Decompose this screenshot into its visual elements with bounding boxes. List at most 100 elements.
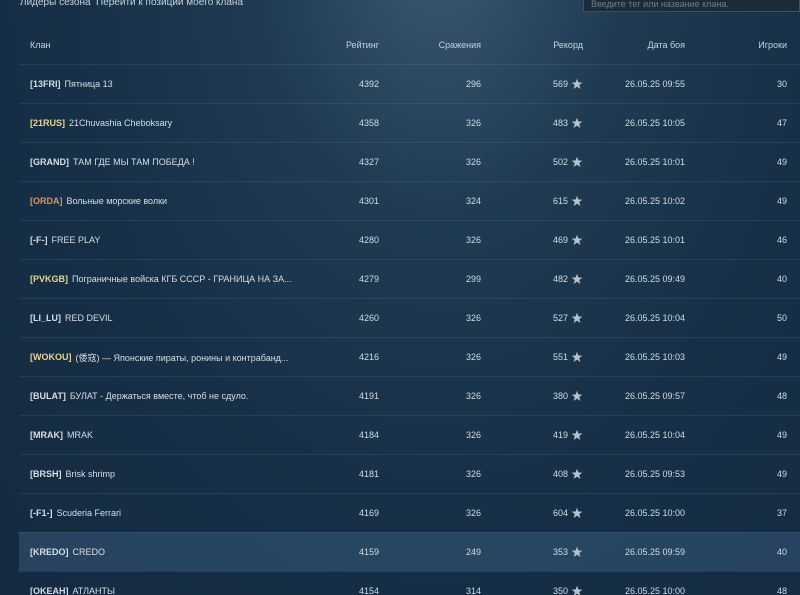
star-icon (571, 156, 583, 168)
record-value: 482 (552, 274, 568, 284)
table-body: [13FRI] Пятница 13 4392 296 569 26.05.25… (19, 64, 800, 595)
go-to-my-clan-link[interactable]: Перейти к позиции моего клана (96, 0, 243, 8)
players-cell: 47 (776, 118, 787, 128)
rating-cell: 4301 (358, 196, 379, 206)
column-header-rating[interactable]: Рейтинг (346, 26, 379, 64)
clan-name: (倭寇) — Японские пираты, ронины и контраб… (75, 352, 289, 363)
table-row[interactable]: [KREDO] CREDO 4159 249 353 26.05.25 09:5… (19, 532, 800, 571)
players-cell: 49 (776, 430, 787, 440)
star-icon (571, 195, 583, 207)
clan-cell: [KREDO] CREDO (30, 533, 105, 571)
players-cell: 46 (776, 235, 787, 245)
column-header-date[interactable]: Дата боя (648, 26, 685, 64)
players-cell: 40 (776, 547, 787, 557)
record-cell: 615 (546, 182, 583, 220)
clan-name: Scuderia Ferrari (56, 508, 122, 518)
players-cell: 30 (776, 79, 787, 89)
rating-cell: 4358 (358, 118, 379, 128)
record-cell: 569 (546, 65, 583, 103)
rating-cell: 4159 (358, 547, 379, 557)
rating-cell: 4154 (358, 586, 379, 595)
column-header-clan[interactable]: Клан (30, 26, 50, 64)
clan-tag: [BRSH] (30, 469, 62, 479)
record-cell: 483 (546, 104, 583, 142)
table-row[interactable]: [21RUS] 21Chuvashia Cheboksary 4358 326 … (19, 103, 800, 142)
clan-tag: [BULAT] (30, 391, 66, 401)
clan-tag: [MRAK] (30, 430, 63, 440)
battles-cell: 326 (465, 313, 481, 323)
players-cell: 49 (776, 469, 787, 479)
star-icon (571, 234, 583, 246)
star-icon (571, 312, 583, 324)
table-row[interactable]: [MRAK] MRAK 4184 326 419 26.05.25 10:04 … (19, 415, 800, 454)
clan-name: Пограничные войска КГБ СССР - ГРАНИЦА НА… (72, 274, 292, 284)
clan-name: 21Chuvashia Cheboksary (69, 118, 173, 128)
clan-name: БУЛАТ - Держаться вместе, чтоб не сдуло. (69, 391, 249, 401)
players-cell: 49 (776, 157, 787, 167)
star-icon (571, 507, 583, 519)
column-header-players[interactable]: Игроки (758, 26, 787, 64)
date-cell: 26.05.25 10:05 (624, 118, 685, 128)
clan-tag: [ORDA] (30, 196, 63, 206)
table-row[interactable]: [PVKGB] Пограничные войска КГБ СССР - ГР… (19, 259, 800, 298)
clan-name: FREE PLAY (51, 235, 101, 245)
table-row[interactable]: [13FRI] Пятница 13 4392 296 569 26.05.25… (19, 64, 800, 103)
top-navigation: Лидеры сезона Перейти к позиции моего кл… (0, 0, 800, 14)
date-cell: 26.05.25 09:59 (624, 547, 685, 557)
table-row[interactable]: [WOKOU] (倭寇) — Японские пираты, ронины и… (19, 337, 800, 376)
clan-cell: [ORDA] Вольные морские волки (30, 182, 167, 220)
table-row[interactable]: [BRSH] Brisk shrimp 4181 326 408 26.05.2… (19, 454, 800, 493)
tab-season-leaders[interactable]: Лидеры сезона (20, 0, 91, 8)
star-icon (571, 351, 583, 363)
battles-cell: 326 (465, 118, 481, 128)
players-cell: 50 (776, 313, 787, 323)
date-cell: 26.05.25 09:53 (624, 469, 685, 479)
clan-search-input[interactable] (583, 0, 800, 12)
battles-cell: 326 (465, 157, 481, 167)
record-value: 569 (552, 79, 568, 89)
players-cell: 49 (776, 196, 787, 206)
record-cell: 527 (546, 299, 583, 337)
players-cell: 49 (776, 352, 787, 362)
record-value: 419 (552, 430, 568, 440)
table-row[interactable]: [ORDA] Вольные морские волки 4301 324 61… (19, 181, 800, 220)
table-row[interactable]: [BULAT] БУЛАТ - Держаться вместе, чтоб н… (19, 376, 800, 415)
record-value: 551 (552, 352, 568, 362)
record-value: 483 (552, 118, 568, 128)
star-icon (571, 117, 583, 129)
table-row[interactable]: [-F-] FREE PLAY 4280 326 469 26.05.25 10… (19, 220, 800, 259)
rating-cell: 4191 (358, 391, 379, 401)
date-cell: 26.05.25 09:55 (624, 79, 685, 89)
battles-cell: 326 (465, 469, 481, 479)
table-row[interactable]: [GRAND] ТАМ ГДЕ МЫ ТАМ ПОБЕДА ! 4327 326… (19, 142, 800, 181)
record-value: 469 (552, 235, 568, 245)
rating-cell: 4169 (358, 508, 379, 518)
table-row[interactable]: [-F1-] Scuderia Ferrari 4169 326 604 26.… (19, 493, 800, 532)
column-header-record[interactable]: Рекорд (553, 26, 583, 64)
column-header-battles[interactable]: Сражения (439, 26, 481, 64)
clan-cell: [MRAK] MRAK (30, 416, 93, 454)
battles-cell: 326 (465, 352, 481, 362)
record-cell: 604 (546, 494, 583, 532)
battles-cell: 299 (465, 274, 481, 284)
rating-cell: 4184 (358, 430, 379, 440)
clan-cell: [-F-] FREE PLAY (30, 221, 100, 259)
record-cell: 353 (546, 533, 583, 571)
battles-cell: 324 (465, 196, 481, 206)
clan-name: Brisk shrimp (65, 469, 116, 479)
date-cell: 26.05.25 10:03 (624, 352, 685, 362)
clan-ratings-table: Клан Рейтинг Сражения Рекорд Дата боя Иг… (19, 26, 800, 595)
clan-cell: [13FRI] Пятница 13 (30, 65, 113, 103)
rating-cell: 4279 (358, 274, 379, 284)
table-row[interactable]: [OKEAH] АТЛАНТЫ 4154 314 350 26.05.25 10… (19, 571, 800, 595)
clan-cell: [PVKGB] Пограничные войска КГБ СССР - ГР… (30, 260, 292, 298)
table-row[interactable]: [LI_LU] RED DEVIL 4260 326 527 26.05.25 … (19, 298, 800, 337)
clan-name: ТАМ ГДЕ МЫ ТАМ ПОБЕДА ! (73, 157, 195, 167)
clan-tag: [WOKOU] (30, 352, 72, 362)
battles-cell: 314 (465, 586, 481, 595)
record-cell: 380 (546, 377, 583, 415)
battles-cell: 326 (465, 235, 481, 245)
clan-tag: [LI_LU] (30, 313, 61, 323)
rating-cell: 4327 (358, 157, 379, 167)
clan-name: Вольные морские волки (66, 196, 168, 206)
